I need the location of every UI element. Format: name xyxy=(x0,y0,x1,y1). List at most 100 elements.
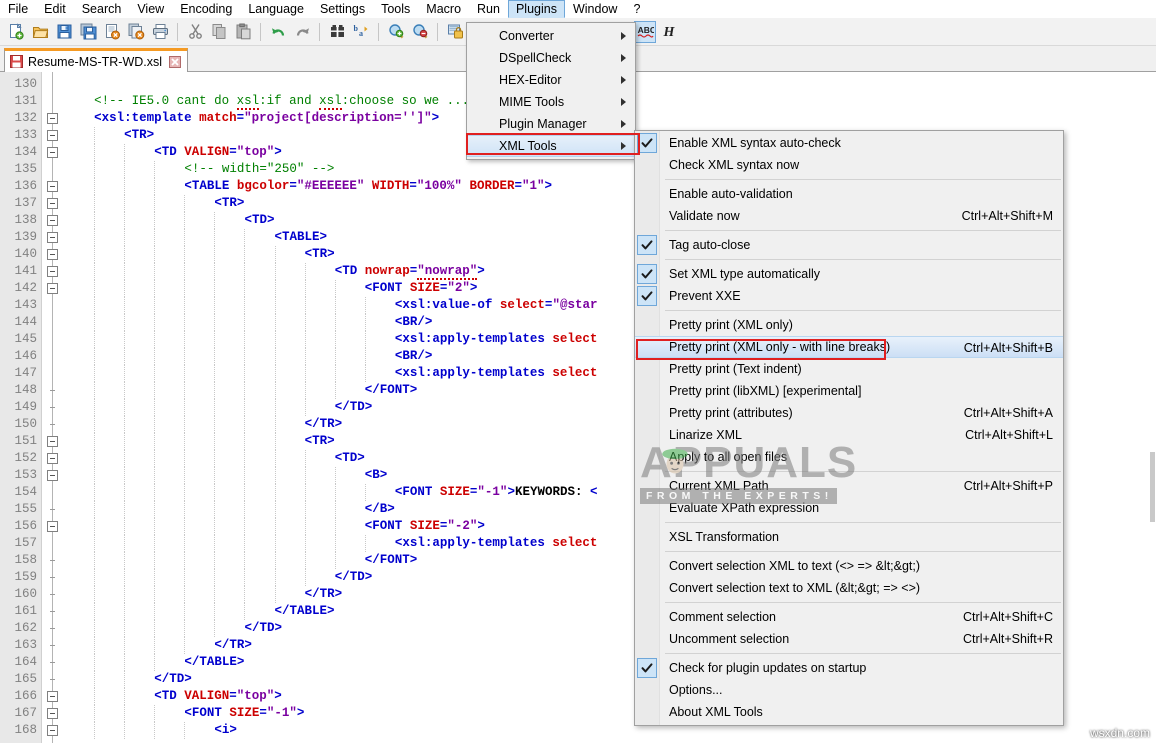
xml-tools-item-prevent-xxe[interactable]: Prevent XXE xyxy=(635,285,1063,307)
checkmark-icon[interactable] xyxy=(637,133,657,153)
replace-icon[interactable]: ba xyxy=(350,21,372,43)
xml-tools-item-validate-now[interactable]: Validate now Ctrl+Alt+Shift+M xyxy=(635,205,1063,227)
save-all-icon[interactable] xyxy=(77,21,99,43)
fold-collapse-box[interactable] xyxy=(47,130,58,141)
menu-window[interactable]: Window xyxy=(565,0,625,18)
code-line[interactable]: <TR> xyxy=(305,246,335,263)
close-file-icon[interactable] xyxy=(101,21,123,43)
xml-tools-item-enable-xml-syntax-auto-check[interactable]: Enable XML syntax auto-check xyxy=(635,132,1063,154)
menu-view[interactable]: View xyxy=(129,0,172,18)
code-line[interactable]: </TD> xyxy=(335,569,373,586)
code-line[interactable]: </TD> xyxy=(154,671,192,688)
checkmark-icon[interactable] xyxy=(637,235,657,255)
checkmark-icon[interactable] xyxy=(637,264,657,284)
code-line[interactable]: <BR/> xyxy=(395,314,433,331)
code-line[interactable]: </TD> xyxy=(335,399,373,416)
code-line[interactable]: </B> xyxy=(365,501,395,518)
open-file-icon[interactable] xyxy=(29,21,51,43)
fold-collapse-box[interactable] xyxy=(47,249,58,260)
code-line[interactable]: <TD nowrap="nowrap"> xyxy=(335,263,485,280)
fold-collapse-box[interactable] xyxy=(47,725,58,736)
xml-tools-item-set-xml-type-automatically[interactable]: Set XML type automatically xyxy=(635,263,1063,285)
fold-collapse-box[interactable] xyxy=(47,453,58,464)
checkmark-icon[interactable] xyxy=(637,286,657,306)
xml-tools-item-comment-selection[interactable]: Comment selection Ctrl+Alt+Shift+C xyxy=(635,606,1063,628)
menu-[interactable]: ? xyxy=(625,0,648,18)
save-icon[interactable] xyxy=(53,21,75,43)
plugins-menu-item-converter[interactable]: Converter xyxy=(467,25,635,47)
code-line[interactable]: </TR> xyxy=(305,586,343,603)
menu-run[interactable]: Run xyxy=(469,0,508,18)
fold-collapse-box[interactable] xyxy=(47,521,58,532)
plugins-menu-item-hex-editor[interactable]: HEX-Editor xyxy=(467,69,635,91)
plugins-dropdown-menu[interactable]: Converter DSpellCheck HEX-Editor MIME Tools… xyxy=(466,22,636,160)
menu-macro[interactable]: Macro xyxy=(418,0,469,18)
xml-tools-item-xsl-transformation[interactable]: XSL Transformation xyxy=(635,526,1063,548)
fold-collapse-box[interactable] xyxy=(47,691,58,702)
code-line[interactable]: <xsl:apply-templates select xyxy=(395,535,598,552)
vertical-scrollbar-thumb[interactable] xyxy=(1150,452,1155,522)
xml-tools-item-convert-selection-xml-to-text-lt-gt[interactable]: Convert selection XML to text (<> => &lt… xyxy=(635,555,1063,577)
code-line[interactable]: </FONT> xyxy=(365,382,418,399)
paste-icon[interactable] xyxy=(232,21,254,43)
menu-plugins[interactable]: Plugins xyxy=(507,0,565,18)
xml-tools-item-tag-auto-close[interactable]: Tag auto-close xyxy=(635,234,1063,256)
code-line[interactable]: </TR> xyxy=(305,416,343,433)
code-line[interactable]: </TD> xyxy=(244,620,282,637)
close-all-files-icon[interactable] xyxy=(125,21,147,43)
menu-search[interactable]: Search xyxy=(74,0,130,18)
copy-icon[interactable] xyxy=(208,21,230,43)
show-all-characters-icon[interactable]: H xyxy=(658,21,680,43)
code-line[interactable]: <TR> xyxy=(305,433,335,450)
undo-icon[interactable] xyxy=(267,21,289,43)
code-line[interactable]: <i> xyxy=(214,722,237,739)
plugins-menu-item-dspellcheck[interactable]: DSpellCheck xyxy=(467,47,635,69)
zoom-in-icon[interactable] xyxy=(385,21,407,43)
code-line[interactable]: </TABLE> xyxy=(275,603,335,620)
xml-tools-item-pretty-print-xml-only[interactable]: Pretty print (XML only) xyxy=(635,314,1063,336)
fold-margin[interactable] xyxy=(43,72,63,743)
code-line[interactable]: </TR> xyxy=(214,637,252,654)
menu-encoding[interactable]: Encoding xyxy=(172,0,240,18)
xml-tools-item-evaluate-xpath-expression[interactable]: Evaluate XPath expression xyxy=(635,497,1063,519)
code-line[interactable]: <TD> xyxy=(335,450,365,467)
xml-tools-item-apply-to-all-open-files[interactable]: Apply to all open files xyxy=(635,446,1063,468)
close-tab-icon[interactable] xyxy=(168,55,181,68)
fold-collapse-box[interactable] xyxy=(47,266,58,277)
code-line[interactable]: <xsl:apply-templates select xyxy=(395,331,598,348)
xml-tools-item-check-for-plugin-updates-on-startup[interactable]: Check for plugin updates on startup xyxy=(635,657,1063,679)
fold-collapse-box[interactable] xyxy=(47,181,58,192)
code-line[interactable]: <FONT SIZE="-2"> xyxy=(365,518,485,535)
code-line[interactable]: <!-- width="250" --> xyxy=(184,161,334,178)
menu-language[interactable]: Language xyxy=(240,0,312,18)
fold-collapse-box[interactable] xyxy=(47,147,58,158)
code-line[interactable]: <FONT SIZE="2"> xyxy=(365,280,478,297)
code-line[interactable]: <B> xyxy=(365,467,388,484)
xml-tools-item-check-xml-syntax-now[interactable]: Check XML syntax now xyxy=(635,154,1063,176)
xml-tools-submenu[interactable]: Enable XML syntax auto-check Check XML sy… xyxy=(634,130,1064,726)
xml-tools-item-uncomment-selection[interactable]: Uncomment selection Ctrl+Alt+Shift+R xyxy=(635,628,1063,650)
code-line[interactable]: <TABLE> xyxy=(275,229,328,246)
print-icon[interactable] xyxy=(149,21,171,43)
code-line[interactable]: <TD VALIGN="top"> xyxy=(154,688,282,705)
fold-collapse-box[interactable] xyxy=(47,470,58,481)
redo-icon[interactable] xyxy=(291,21,313,43)
code-line[interactable]: <TD VALIGN="top"> xyxy=(154,144,282,161)
xml-tools-item-pretty-print-libxml-experimental[interactable]: Pretty print (libXML) [experimental] xyxy=(635,380,1063,402)
sync-vertical-scroll-icon[interactable] xyxy=(444,21,466,43)
zoom-out-icon[interactable] xyxy=(409,21,431,43)
code-line[interactable]: <TD> xyxy=(244,212,274,229)
xml-tools-item-current-xml-path[interactable]: Current XML Path Ctrl+Alt+Shift+P xyxy=(635,475,1063,497)
cut-icon[interactable] xyxy=(184,21,206,43)
new-file-icon[interactable] xyxy=(5,21,27,43)
fold-collapse-box[interactable] xyxy=(47,198,58,209)
plugins-menu-item-xml-tools[interactable]: XML Tools xyxy=(467,135,635,157)
checkmark-icon[interactable] xyxy=(637,658,657,678)
xml-tools-item-pretty-print-xml-only-with-line-breaks[interactable]: Pretty print (XML only - with line break… xyxy=(635,336,1063,358)
menu-tools[interactable]: Tools xyxy=(373,0,418,18)
fold-collapse-box[interactable] xyxy=(47,113,58,124)
spell-check-icon[interactable]: ABC xyxy=(634,20,656,43)
fold-collapse-box[interactable] xyxy=(47,283,58,294)
menu-edit[interactable]: Edit xyxy=(36,0,74,18)
find-icon[interactable] xyxy=(326,21,348,43)
